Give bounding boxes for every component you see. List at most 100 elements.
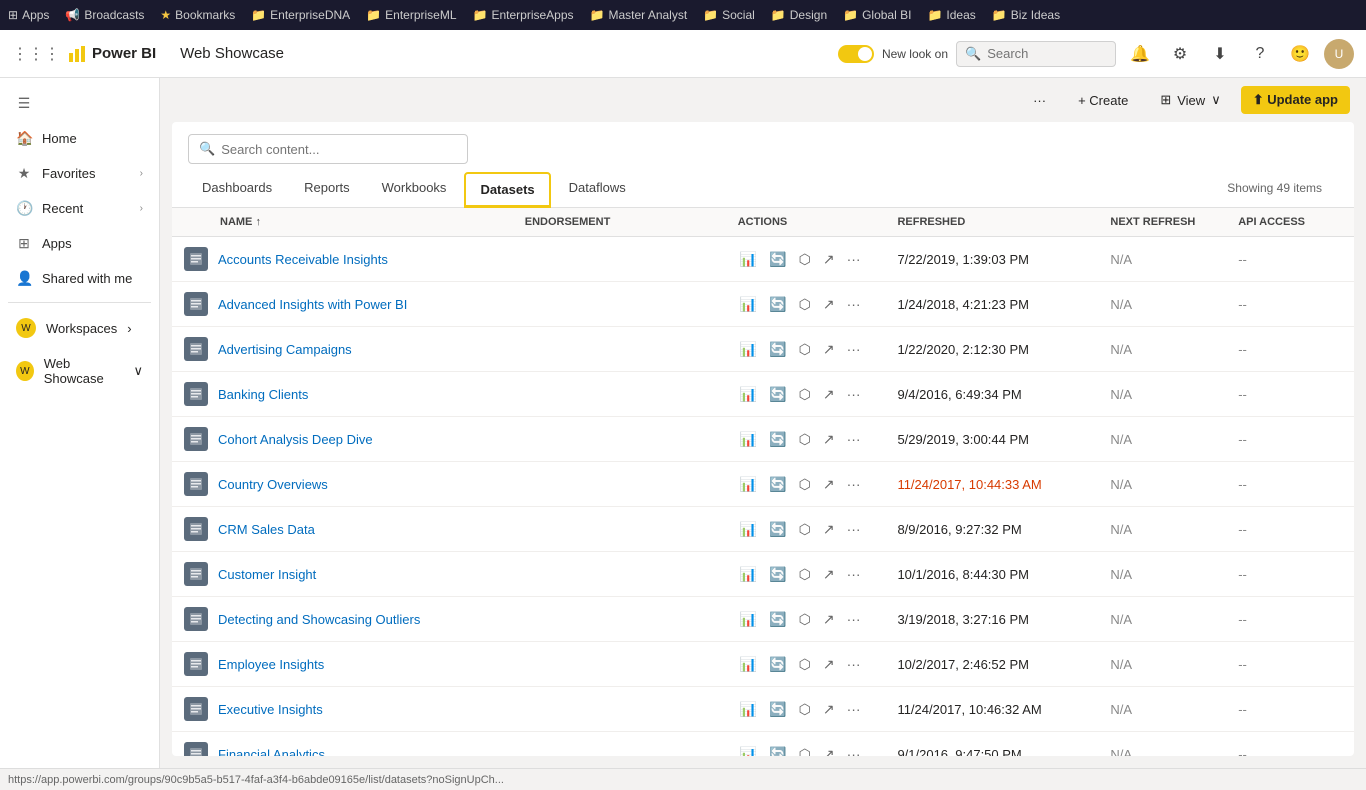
- analyze-action-icon[interactable]: ⬡: [797, 384, 813, 405]
- col-header-actions[interactable]: ACTIONS: [726, 208, 886, 237]
- help-button[interactable]: ?: [1244, 38, 1276, 70]
- more-action-icon[interactable]: ···: [845, 384, 863, 404]
- grid-menu-icon[interactable]: ⋮⋮⋮: [12, 44, 60, 64]
- more-action-icon[interactable]: ···: [845, 699, 863, 719]
- create-button[interactable]: + Create: [1066, 87, 1140, 114]
- top-nav-enterprisedna[interactable]: 📁 EnterpriseDNA: [251, 8, 350, 22]
- analytics-action-icon[interactable]: 📊: [738, 384, 759, 405]
- refresh-action-icon[interactable]: 🔄: [767, 519, 788, 540]
- more-action-icon[interactable]: ···: [845, 609, 863, 629]
- view-button[interactable]: ⊞ View ∨: [1148, 86, 1232, 114]
- tab-workbooks[interactable]: Workbooks: [368, 172, 461, 208]
- sidebar-item-collapse[interactable]: ☰: [4, 87, 155, 120]
- dataset-name[interactable]: Accounts Receivable Insights: [218, 252, 388, 267]
- dataset-name[interactable]: Cohort Analysis Deep Dive: [218, 432, 373, 447]
- top-nav-globalbi[interactable]: 📁 Global BI: [843, 8, 911, 22]
- analytics-action-icon[interactable]: 📊: [738, 474, 759, 495]
- more-action-icon[interactable]: ···: [845, 474, 863, 494]
- sidebar-item-web-showcase[interactable]: W Web Showcase ∨: [4, 348, 155, 394]
- sidebar-item-favorites[interactable]: ★ Favorites ›: [4, 157, 155, 190]
- header-search-box[interactable]: 🔍: [956, 41, 1116, 67]
- refresh-action-icon[interactable]: 🔄: [767, 429, 788, 450]
- new-look-toggle[interactable]: [838, 45, 874, 63]
- sidebar-item-recent[interactable]: 🕐 Recent ›: [4, 192, 155, 225]
- analytics-action-icon[interactable]: 📊: [738, 339, 759, 360]
- analyze-action-icon[interactable]: ⬡: [797, 654, 813, 675]
- top-nav-masteranalyst[interactable]: 📁 Master Analyst: [590, 8, 688, 22]
- more-action-icon[interactable]: ···: [845, 294, 863, 314]
- analyze-action-icon[interactable]: ⬡: [797, 294, 813, 315]
- top-nav-enterpriseml[interactable]: 📁 EnterpriseML: [366, 8, 456, 22]
- analytics-action-icon[interactable]: 📊: [738, 249, 759, 270]
- dataset-name[interactable]: Customer Insight: [218, 567, 316, 582]
- content-search-box[interactable]: 🔍: [188, 134, 468, 164]
- notifications-button[interactable]: 🔔: [1124, 38, 1156, 70]
- share-action-icon[interactable]: ↗: [821, 654, 837, 675]
- top-nav-broadcasts[interactable]: 📢 Broadcasts: [65, 8, 144, 22]
- dataset-name[interactable]: Detecting and Showcasing Outliers: [218, 612, 420, 627]
- more-action-icon[interactable]: ···: [845, 339, 863, 359]
- analytics-action-icon[interactable]: 📊: [738, 519, 759, 540]
- top-nav-design[interactable]: 📁 Design: [771, 8, 827, 22]
- top-nav-bookmarks[interactable]: ★ Bookmarks: [160, 8, 235, 22]
- analytics-action-icon[interactable]: 📊: [738, 294, 759, 315]
- more-action-icon[interactable]: ···: [845, 429, 863, 449]
- share-action-icon[interactable]: ↗: [821, 429, 837, 450]
- settings-button[interactable]: ⚙: [1164, 38, 1196, 70]
- top-nav-ideas[interactable]: 📁 Ideas: [927, 8, 975, 22]
- analyze-action-icon[interactable]: ⬡: [797, 744, 813, 757]
- more-action-icon[interactable]: ···: [845, 519, 863, 539]
- refresh-action-icon[interactable]: 🔄: [767, 699, 788, 720]
- refresh-action-icon[interactable]: 🔄: [767, 474, 788, 495]
- sidebar-item-home[interactable]: 🏠 Home: [4, 122, 155, 155]
- sidebar-item-apps[interactable]: ⊞ Apps: [4, 227, 155, 260]
- dataset-name[interactable]: Employee Insights: [218, 657, 324, 672]
- tab-reports[interactable]: Reports: [290, 172, 364, 208]
- analytics-action-icon[interactable]: 📊: [738, 564, 759, 585]
- dataset-name[interactable]: Banking Clients: [218, 387, 308, 402]
- share-action-icon[interactable]: ↗: [821, 339, 837, 360]
- top-nav-bizideas[interactable]: 📁 Biz Ideas: [992, 8, 1060, 22]
- share-action-icon[interactable]: ↗: [821, 474, 837, 495]
- col-header-endorsement[interactable]: ENDORSEMENT: [513, 208, 726, 237]
- analyze-action-icon[interactable]: ⬡: [797, 249, 813, 270]
- refresh-action-icon[interactable]: 🔄: [767, 339, 788, 360]
- analytics-action-icon[interactable]: 📊: [738, 699, 759, 720]
- share-action-icon[interactable]: ↗: [821, 249, 837, 270]
- dataset-name[interactable]: Advertising Campaigns: [218, 342, 352, 357]
- dataset-name[interactable]: Financial Analytics: [218, 747, 325, 757]
- update-app-button[interactable]: ⬆ Update app: [1241, 86, 1350, 114]
- analytics-action-icon[interactable]: 📊: [738, 429, 759, 450]
- col-header-refreshed[interactable]: REFRESHED: [885, 208, 1098, 237]
- more-action-icon[interactable]: ···: [845, 564, 863, 584]
- header-workspace-name[interactable]: Web Showcase: [180, 45, 284, 62]
- sidebar-item-workspaces[interactable]: W Workspaces ›: [4, 310, 155, 346]
- more-action-icon[interactable]: ···: [845, 654, 863, 674]
- refresh-action-icon[interactable]: 🔄: [767, 654, 788, 675]
- sidebar-item-shared[interactable]: 👤 Shared with me: [4, 262, 155, 295]
- share-action-icon[interactable]: ↗: [821, 609, 837, 630]
- analyze-action-icon[interactable]: ⬡: [797, 519, 813, 540]
- analyze-action-icon[interactable]: ⬡: [797, 429, 813, 450]
- more-action-icon[interactable]: ···: [845, 744, 863, 756]
- more-action-icon[interactable]: ···: [845, 249, 863, 269]
- col-header-api-access[interactable]: API ACCESS: [1226, 208, 1354, 237]
- refresh-action-icon[interactable]: 🔄: [767, 564, 788, 585]
- share-action-icon[interactable]: ↗: [821, 744, 837, 757]
- analyze-action-icon[interactable]: ⬡: [797, 474, 813, 495]
- analytics-action-icon[interactable]: 📊: [738, 744, 759, 757]
- share-action-icon[interactable]: ↗: [821, 294, 837, 315]
- dataset-name[interactable]: CRM Sales Data: [218, 522, 315, 537]
- dataset-name[interactable]: Advanced Insights with Power BI: [218, 297, 407, 312]
- share-action-icon[interactable]: ↗: [821, 699, 837, 720]
- share-action-icon[interactable]: ↗: [821, 384, 837, 405]
- more-options-button[interactable]: ···: [1021, 87, 1058, 114]
- refresh-action-icon[interactable]: 🔄: [767, 609, 788, 630]
- refresh-action-icon[interactable]: 🔄: [767, 249, 788, 270]
- share-action-icon[interactable]: ↗: [821, 519, 837, 540]
- dataset-name[interactable]: Executive Insights: [218, 702, 323, 717]
- analyze-action-icon[interactable]: ⬡: [797, 339, 813, 360]
- analytics-action-icon[interactable]: 📊: [738, 609, 759, 630]
- user-avatar[interactable]: U: [1324, 39, 1354, 69]
- emoji-button[interactable]: 🙂: [1284, 38, 1316, 70]
